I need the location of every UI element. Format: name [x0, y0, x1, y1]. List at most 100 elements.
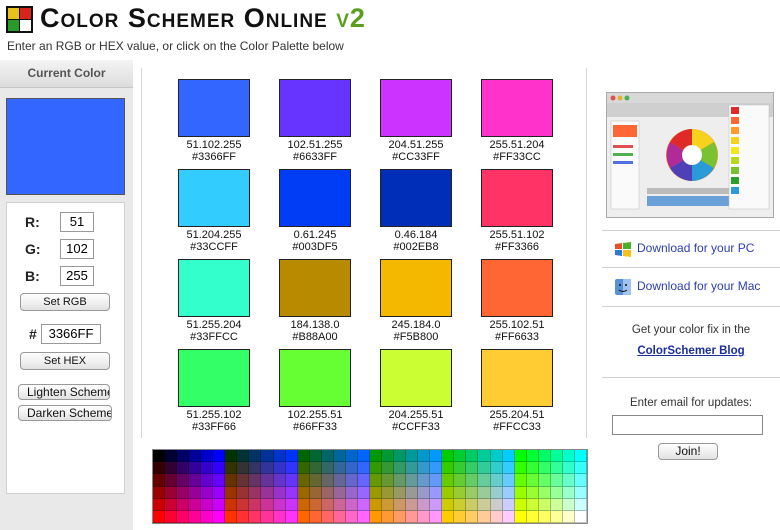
palette-cell[interactable]	[490, 474, 503, 487]
palette-cell[interactable]	[478, 498, 491, 511]
palette-cell[interactable]	[466, 450, 479, 463]
palette-cell[interactable]	[261, 486, 274, 499]
download-mac-link[interactable]: Download for your Mac	[602, 276, 780, 300]
swatch-color-box[interactable]	[481, 349, 553, 407]
download-pc-link[interactable]: Download for your PC	[602, 238, 780, 262]
palette-cell[interactable]	[201, 486, 214, 499]
palette-cell[interactable]	[550, 462, 563, 475]
palette-cell[interactable]	[213, 474, 226, 487]
scheme-swatch[interactable]: 51.204.255 #33CCFF	[164, 169, 264, 253]
palette-cell[interactable]	[345, 486, 358, 499]
palette-cell[interactable]	[225, 486, 238, 499]
scheme-swatch[interactable]: 51.255.204 #33FFCC	[164, 259, 264, 343]
palette-cell[interactable]	[406, 450, 419, 463]
palette-cell[interactable]	[502, 498, 515, 511]
palette-cell[interactable]	[213, 486, 226, 499]
palette-cell[interactable]	[153, 498, 166, 511]
palette-cell[interactable]	[382, 486, 395, 499]
scheme-swatch[interactable]: 255.102.51 #FF6633	[467, 259, 567, 343]
palette-cell[interactable]	[285, 498, 298, 511]
palette-cell[interactable]	[538, 498, 551, 511]
palette-cell[interactable]	[490, 510, 503, 523]
palette-cell[interactable]	[526, 498, 539, 511]
palette-cell[interactable]	[550, 450, 563, 463]
palette-cell[interactable]	[478, 450, 491, 463]
scheme-swatch[interactable]: 0.61.245 #003DF5	[265, 169, 365, 253]
palette-cell[interactable]	[418, 474, 431, 487]
palette-cell[interactable]	[321, 462, 334, 475]
palette-cell[interactable]	[466, 510, 479, 523]
palette-cell[interactable]	[478, 486, 491, 499]
scheme-swatch[interactable]: 184.138.0 #B88A00	[265, 259, 365, 343]
palette-cell[interactable]	[430, 474, 443, 487]
palette-cell[interactable]	[382, 474, 395, 487]
palette-cell[interactable]	[562, 498, 575, 511]
palette-cell[interactable]	[177, 462, 190, 475]
palette-cell[interactable]	[297, 450, 310, 463]
palette-cell[interactable]	[357, 474, 370, 487]
palette-cell[interactable]	[514, 510, 527, 523]
palette-cell[interactable]	[550, 498, 563, 511]
blog-link[interactable]: ColorSchemer Blog	[602, 345, 780, 357]
palette-cell[interactable]	[309, 486, 322, 499]
swatch-color-box[interactable]	[380, 79, 452, 137]
palette-cell[interactable]	[574, 486, 587, 499]
palette-cell[interactable]	[430, 450, 443, 463]
palette-cell[interactable]	[261, 450, 274, 463]
palette-cell[interactable]	[466, 498, 479, 511]
swatch-color-box[interactable]	[279, 259, 351, 317]
palette-cell[interactable]	[201, 510, 214, 523]
palette-cell[interactable]	[225, 498, 238, 511]
palette-cell[interactable]	[526, 450, 539, 463]
palette-cell[interactable]	[418, 486, 431, 499]
palette-cell[interactable]	[574, 510, 587, 523]
swatch-color-box[interactable]	[178, 79, 250, 137]
palette-cell[interactable]	[201, 450, 214, 463]
palette-cell[interactable]	[333, 474, 346, 487]
palette-cell[interactable]	[357, 486, 370, 499]
palette-cell[interactable]	[249, 462, 262, 475]
palette-cell[interactable]	[454, 462, 467, 475]
color-palette[interactable]	[152, 449, 588, 524]
darken-scheme-button[interactable]: Darken Scheme	[18, 405, 112, 421]
palette-cell[interactable]	[333, 510, 346, 523]
palette-cell[interactable]	[189, 474, 202, 487]
palette-cell[interactable]	[273, 510, 286, 523]
palette-cell[interactable]	[165, 462, 178, 475]
palette-cell[interactable]	[177, 450, 190, 463]
palette-cell[interactable]	[526, 474, 539, 487]
palette-cell[interactable]	[333, 462, 346, 475]
scheme-swatch[interactable]: 0.46.184 #002EB8	[366, 169, 466, 253]
palette-cell[interactable]	[177, 486, 190, 499]
swatch-color-box[interactable]	[279, 79, 351, 137]
palette-cell[interactable]	[538, 462, 551, 475]
palette-cell[interactable]	[514, 498, 527, 511]
palette-cell[interactable]	[345, 450, 358, 463]
palette-cell[interactable]	[562, 510, 575, 523]
palette-cell[interactable]	[225, 450, 238, 463]
palette-cell[interactable]	[321, 486, 334, 499]
palette-cell[interactable]	[285, 510, 298, 523]
palette-cell[interactable]	[478, 462, 491, 475]
scheme-swatch[interactable]: 51.255.102 #33FF66	[164, 349, 264, 433]
palette-cell[interactable]	[574, 498, 587, 511]
lighten-scheme-button[interactable]: Lighten Scheme	[18, 384, 110, 400]
swatch-color-box[interactable]	[481, 79, 553, 137]
palette-cell[interactable]	[406, 474, 419, 487]
palette-cell[interactable]	[430, 486, 443, 499]
palette-cell[interactable]	[406, 462, 419, 475]
palette-cell[interactable]	[394, 450, 407, 463]
palette-cell[interactable]	[502, 510, 515, 523]
palette-cell[interactable]	[153, 450, 166, 463]
palette-cell[interactable]	[177, 498, 190, 511]
palette-cell[interactable]	[213, 498, 226, 511]
palette-cell[interactable]	[490, 498, 503, 511]
palette-cell[interactable]	[273, 498, 286, 511]
palette-cell[interactable]	[225, 462, 238, 475]
palette-cell[interactable]	[285, 486, 298, 499]
palette-cell[interactable]	[394, 462, 407, 475]
palette-cell[interactable]	[165, 450, 178, 463]
swatch-color-box[interactable]	[178, 349, 250, 407]
swatch-color-box[interactable]	[279, 349, 351, 407]
palette-cell[interactable]	[165, 510, 178, 523]
